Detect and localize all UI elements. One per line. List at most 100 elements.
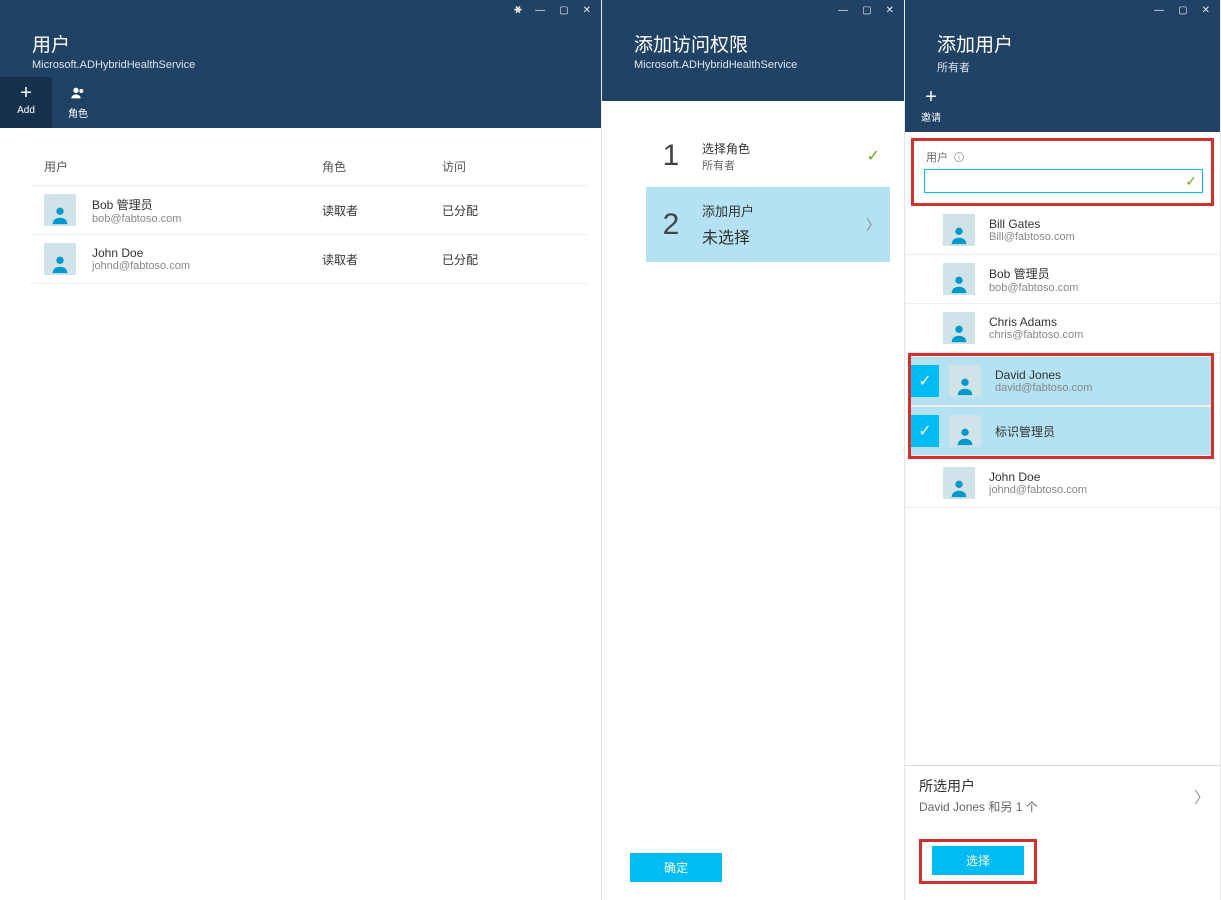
avatar-icon <box>943 263 975 295</box>
minimize-icon[interactable]: — <box>535 6 545 16</box>
pin-icon[interactable]: ✱ <box>511 5 523 18</box>
blade-header: — ▢ ✕ 添加用户 所有者 + 邀请 <box>905 0 1220 132</box>
user-name: Chris Adams <box>989 315 1083 329</box>
user-email: Bill@fabtoso.com <box>989 231 1075 243</box>
invite-button[interactable]: + 邀请 <box>905 81 957 132</box>
minimize-icon[interactable]: — <box>1154 6 1164 16</box>
table-row[interactable]: Bob 管理员 bob@fabtoso.com 读取者 已分配 <box>30 185 587 234</box>
check-slot <box>905 263 933 295</box>
avatar-icon <box>44 194 76 226</box>
step-select-role[interactable]: 1 选择角色 所有者 ✓ <box>646 125 890 187</box>
step-add-user[interactable]: 2 添加用户 未选择 〉 <box>646 187 890 262</box>
plus-icon: + <box>20 83 32 103</box>
steps: 1 选择角色 所有者 ✓ 2 添加用户 未选择 〉 <box>602 101 904 837</box>
plus-icon: + <box>925 87 937 107</box>
search-input[interactable] <box>924 169 1203 193</box>
step-value: 所有者 <box>702 157 867 173</box>
avatar-icon <box>44 243 76 275</box>
user-role: 读取者 <box>322 202 442 219</box>
role-button[interactable]: 角色 <box>52 77 104 128</box>
step-value: 未选择 <box>702 224 866 248</box>
check-icon: ✓ <box>867 146 880 166</box>
user-email: david@fabtoso.com <box>995 382 1092 394</box>
blade-title: 用户 <box>0 0 601 59</box>
maximize-icon[interactable]: ▢ <box>1178 6 1187 16</box>
col-access: 访问 <box>442 158 562 175</box>
selected-summary[interactable]: 所选用户 David Jones 和另 1 个 〉 <box>905 765 1220 827</box>
blade-header: ✱ — ▢ ✕ 用户 Microsoft.ADHybridHealthServi… <box>0 0 601 128</box>
check-icon: ✓ <box>1185 173 1197 190</box>
user-email: bob@fabtoso.com <box>92 213 322 225</box>
toolbar: + Add 角色 <box>0 71 601 128</box>
toolbar: + 邀请 <box>905 75 1220 132</box>
user-email: johnd@fabtoso.com <box>989 484 1087 496</box>
add-button[interactable]: + Add <box>0 77 52 128</box>
window-controls: — ▢ ✕ <box>1154 6 1210 16</box>
list-item[interactable]: Chris Adams chris@fabtoso.com <box>905 304 1220 353</box>
blade-header: — ▢ ✕ 添加访问权限 Microsoft.ADHybridHealthSer… <box>602 0 904 101</box>
blade-add-access: — ▢ ✕ 添加访问权限 Microsoft.ADHybridHealthSer… <box>602 0 905 900</box>
minimize-icon[interactable]: — <box>838 6 848 16</box>
close-icon[interactable]: ✕ <box>1202 6 1210 16</box>
avatar-icon <box>943 467 975 499</box>
blade-subtitle: Microsoft.ADHybridHealthService <box>0 59 601 71</box>
user-role: 读取者 <box>322 251 442 268</box>
step-number: 2 <box>654 208 688 242</box>
avatar-icon <box>949 415 981 447</box>
search-label: 用户 i <box>926 149 1203 165</box>
user-email: chris@fabtoso.com <box>989 329 1083 341</box>
role-icon <box>64 83 92 103</box>
chevron-right-icon: 〉 <box>866 215 880 235</box>
user-table: 用户 角色 访问 Bob 管理员 bob@fabtoso.com 读取者 已分配 <box>0 128 601 284</box>
user-name: Bob 管理员 <box>92 196 322 213</box>
list-item[interactable]: ✓ 标识管理员 <box>911 406 1211 456</box>
selection-highlight: ✓ David Jones david@fabtoso.com ✓ <box>908 353 1214 459</box>
maximize-icon[interactable]: ▢ <box>559 6 568 16</box>
user-name: John Doe <box>989 470 1087 484</box>
check-icon: ✓ <box>911 365 939 397</box>
user-name: John Doe <box>92 246 322 260</box>
user-access: 已分配 <box>442 202 562 219</box>
user-name: Bill Gates <box>989 217 1075 231</box>
close-icon[interactable]: ✕ <box>583 6 591 16</box>
user-email: johnd@fabtoso.com <box>92 260 322 272</box>
user-access: 已分配 <box>442 251 562 268</box>
list-item[interactable]: ✓ David Jones david@fabtoso.com <box>911 356 1211 406</box>
window-controls: ✱ — ▢ ✕ <box>513 6 591 16</box>
avatar-icon <box>949 365 981 397</box>
blade-users: ✱ — ▢ ✕ 用户 Microsoft.ADHybridHealthServi… <box>0 0 602 900</box>
select-button[interactable]: 选择 <box>932 846 1024 875</box>
step-label: 选择角色 <box>702 140 867 157</box>
step-number: 1 <box>654 139 688 173</box>
summary-title: 所选用户 <box>919 776 1206 796</box>
list-item[interactable]: Bob 管理员 bob@fabtoso.com <box>905 255 1220 304</box>
user-name: Bob 管理员 <box>989 265 1078 282</box>
user-list: Bill Gates Bill@fabtoso.com Bob 管理员 bob@… <box>905 206 1220 765</box>
search-highlight: 用户 i ✓ <box>911 138 1214 206</box>
select-highlight: 选择 <box>919 839 1037 884</box>
avatar-icon <box>943 312 975 344</box>
avatar-icon <box>943 214 975 246</box>
user-name: David Jones <box>995 368 1092 382</box>
chevron-right-icon: 〉 <box>1194 784 1210 808</box>
step-label: 添加用户 <box>702 201 866 220</box>
list-item[interactable]: Bill Gates Bill@fabtoso.com <box>905 206 1220 255</box>
blade-body: 用户 i ✓ Bill Gates Bill@fabtoso.com <box>905 132 1220 900</box>
list-item[interactable]: John Doe johnd@fabtoso.com <box>905 459 1220 508</box>
info-icon[interactable]: i <box>954 152 964 162</box>
blade-subtitle: 所有者 <box>905 59 1220 75</box>
user-name: 标识管理员 <box>995 423 1055 440</box>
check-slot <box>905 467 933 499</box>
window-controls: — ▢ ✕ <box>838 6 894 16</box>
col-role: 角色 <box>322 158 442 175</box>
check-slot <box>905 312 933 344</box>
table-row[interactable]: John Doe johnd@fabtoso.com 读取者 已分配 <box>30 234 587 284</box>
table-header: 用户 角色 访问 <box>30 152 587 185</box>
ok-button[interactable]: 确定 <box>630 853 722 882</box>
user-email: bob@fabtoso.com <box>989 282 1078 294</box>
col-user: 用户 <box>44 158 322 175</box>
close-icon[interactable]: ✕ <box>886 6 894 16</box>
check-icon: ✓ <box>911 415 939 447</box>
maximize-icon[interactable]: ▢ <box>862 6 871 16</box>
blade-subtitle: Microsoft.ADHybridHealthService <box>602 59 904 71</box>
